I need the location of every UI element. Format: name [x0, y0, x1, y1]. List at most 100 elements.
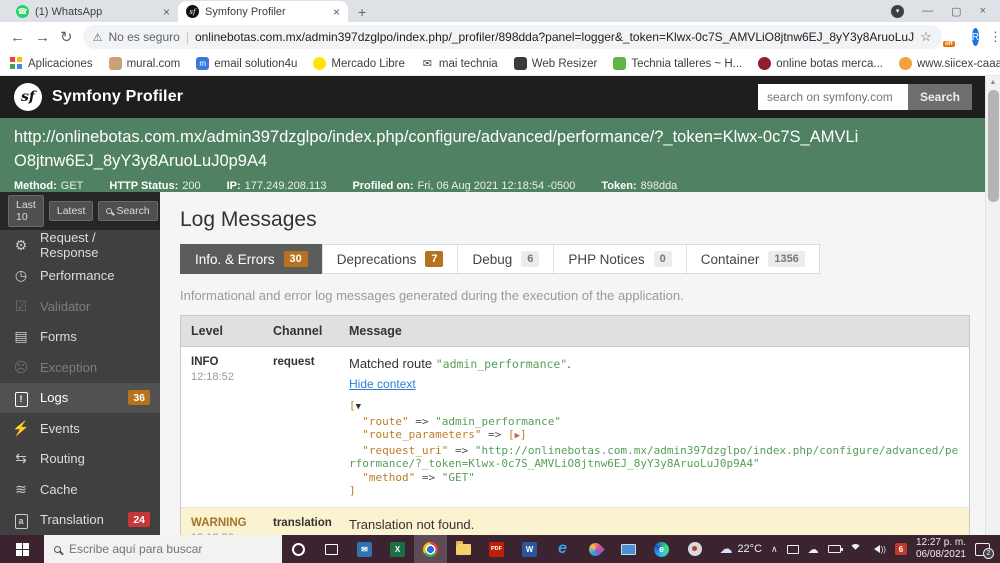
sidebar-item-logs[interactable]: ! Logs 36	[0, 382, 160, 413]
maximize-button[interactable]: ▢	[951, 5, 961, 18]
tab-deprecations[interactable]: Deprecations 7	[321, 244, 459, 274]
bookmark-item[interactable]: Mercado Libre	[313, 57, 405, 70]
wifi-icon[interactable]	[849, 543, 861, 555]
back-icon[interactable]: ←	[10, 30, 25, 45]
file-explorer-button[interactable]	[447, 535, 480, 563]
remote-desktop-button[interactable]	[612, 535, 645, 563]
url-text[interactable]: onlinebotas.com.mx/admin397dzglpo/index.…	[195, 30, 914, 44]
chrome-app-button[interactable]	[414, 535, 447, 563]
excel-app-button[interactable]: X	[381, 535, 414, 563]
task-view-button[interactable]	[315, 535, 348, 563]
cortana-button[interactable]	[282, 535, 315, 563]
dump-open: [▼	[349, 399, 362, 412]
tab-whatsapp[interactable]: ☎ (1) WhatsApp ×	[8, 1, 178, 22]
dump-line: "route" => "admin_performance"	[362, 414, 561, 428]
capture-icon	[687, 542, 702, 556]
language-icon: a	[12, 511, 30, 529]
tab-symfony-profiler[interactable]: sf Symfony Profiler ×	[178, 1, 348, 22]
gears-icon: ⚙	[14, 236, 28, 253]
antenna-icon: ⚡	[12, 419, 30, 436]
forward-icon[interactable]: →	[35, 30, 50, 45]
tab-php-notices[interactable]: PHP Notices 0	[553, 244, 687, 274]
bookmark-item[interactable]: online botas merca...	[758, 57, 883, 70]
paint-drop-icon	[586, 539, 605, 559]
start-button[interactable]	[0, 535, 44, 563]
new-tab-button[interactable]: +	[358, 4, 366, 20]
profile-avatar[interactable]: R	[971, 28, 979, 46]
scroll-up-icon[interactable]: ▲	[986, 76, 1000, 86]
screen-clip-icon[interactable]	[786, 544, 799, 554]
sidebar-item-forms[interactable]: ▤ Forms	[0, 322, 160, 353]
clock-widget[interactable]: 12:27 p. m. 06/08/2021	[916, 537, 966, 562]
profiler-search-button[interactable]: Search	[907, 84, 972, 110]
bookmark-item[interactable]: Technia talleres ~ H...	[613, 57, 742, 70]
search-icon	[106, 208, 113, 214]
latest-button[interactable]: Latest	[48, 201, 94, 221]
profiler-search-input[interactable]	[757, 84, 908, 110]
ghost-icon: ☹	[13, 358, 29, 375]
last10-button[interactable]: Last 10	[8, 195, 44, 227]
page-scrollbar[interactable]: ▲	[985, 76, 1000, 535]
meta-status: HTTP Status: 200	[109, 179, 201, 192]
battery-icon[interactable]	[827, 545, 843, 553]
weather-widget[interactable]: ☁ 22°C	[719, 541, 762, 557]
taskbar-search-input[interactable]	[69, 542, 272, 556]
bookmark-item[interactable]: m email solution4u	[196, 57, 297, 70]
panel-description: Informational and error log messages gen…	[180, 288, 684, 303]
refresh-icon[interactable]: ↻	[60, 30, 73, 45]
paint3d-app-button[interactable]	[579, 535, 612, 563]
capture-app-button[interactable]	[678, 535, 711, 563]
bookmark-item[interactable]: mural.com	[108, 57, 180, 70]
dump-line: "method" => "GET"	[362, 470, 475, 484]
bookmark-item[interactable]: Web Resizer	[513, 57, 597, 70]
bookmark-item[interactable]: www.siicex-caaare...	[899, 57, 1000, 70]
action-center-icon[interactable]: 2	[975, 542, 994, 559]
tray-expand-icon[interactable]: ∧	[771, 544, 778, 555]
sidebar-item-cache[interactable]: ≋ Cache	[0, 474, 160, 505]
pdf-app-button[interactable]: PDF	[480, 535, 513, 563]
sidebar-top-buttons: Last 10 Latest Search	[0, 192, 160, 230]
request-meta: Method: GET HTTP Status: 200 IP: 177.249.20…	[14, 180, 984, 192]
whatsapp-favicon: ☎	[16, 5, 29, 18]
meta-profiled-on: Profiled on: Fri, 06 Aug 2021 12:18:54 -0…	[352, 179, 576, 192]
address-bar[interactable]: ⚠ No es seguro | onlinebotas.com.mx/admi…	[82, 25, 942, 49]
mail-app-button[interactable]: ✉	[348, 535, 381, 563]
bookmark-item[interactable]: ✉ mai technia	[420, 57, 498, 70]
word-app-button[interactable]: W	[513, 535, 546, 563]
windows-logo-icon	[15, 542, 29, 556]
tab-info-errors[interactable]: Info. & Errors 30	[180, 244, 323, 274]
volume-icon[interactable]: ))	[870, 545, 886, 554]
close-window-button[interactable]: ×	[980, 5, 986, 17]
route-name-code: "admin_performance"	[435, 357, 568, 371]
scrollbar-thumb[interactable]	[988, 90, 999, 202]
profiler-header: sf Symfony Profiler Search	[0, 76, 1000, 118]
folder-icon	[456, 540, 471, 555]
search-button[interactable]: Search	[98, 201, 158, 221]
not-secure-warning-icon[interactable]: ⚠	[93, 31, 103, 44]
sidebar-item-request-response[interactable]: ⚙ Request / Response	[0, 230, 160, 261]
tab-close-icon[interactable]: ×	[333, 6, 340, 18]
internet-explorer-button[interactable]: e	[546, 535, 579, 563]
onedrive-cloud-icon[interactable]: ☁	[808, 543, 819, 556]
taskbar-search[interactable]	[44, 535, 282, 563]
minimize-button[interactable]: —	[922, 5, 933, 17]
bookmark-star-icon[interactable]: ☆	[920, 29, 932, 45]
hide-context-link[interactable]: Hide context	[349, 377, 416, 391]
symfony-logo: sf	[14, 83, 42, 111]
mural-favicon	[108, 57, 122, 70]
edge-app-button[interactable]: e	[645, 535, 678, 563]
table-header-row: Level Channel Message	[181, 316, 969, 347]
browser-menu-icon[interactable]: ⋮	[989, 29, 1000, 45]
tab-debug[interactable]: Debug 6	[457, 244, 555, 274]
collapse-toggle-icon[interactable]: ▼	[356, 402, 361, 412]
bookmark-apps[interactable]: Aplicaciones	[10, 57, 93, 70]
sidebar-item-performance[interactable]: ◷ Performance	[0, 261, 160, 292]
sidebar-item-routing[interactable]: ⇆ Routing	[0, 444, 160, 475]
tab-close-icon[interactable]: ×	[163, 6, 170, 18]
tray-app-badge-icon[interactable]: 6	[894, 543, 907, 555]
request-summary: http://onlinebotas.com.mx/admin397dzglpo…	[0, 118, 1000, 192]
tab-container[interactable]: Container 1356	[685, 244, 820, 274]
sidebar-item-translation[interactable]: a Translation 24	[0, 505, 160, 536]
profile-circle-icon[interactable]: ▾	[891, 4, 905, 18]
sidebar-item-events[interactable]: ⚡ Events	[0, 413, 160, 444]
